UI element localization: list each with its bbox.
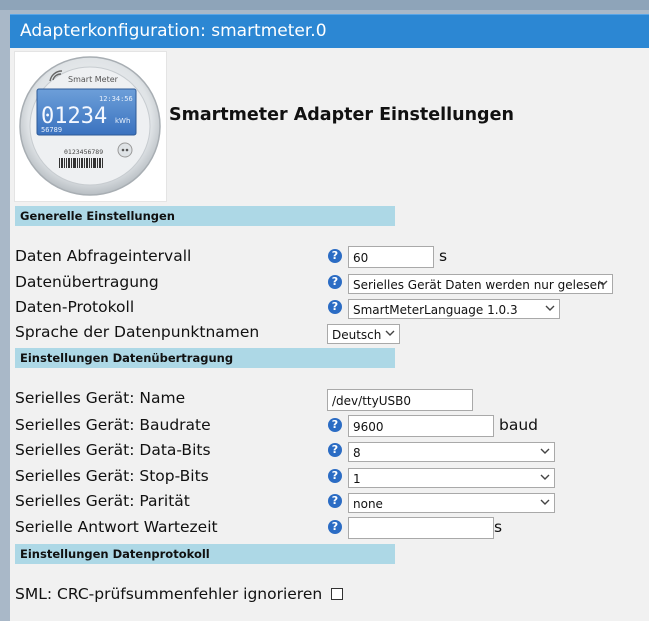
device-name-label: Serielles Gerät: Name [15,389,186,407]
databits-value: 8 [353,446,361,460]
crc-ignore-checkbox[interactable] [331,588,343,600]
svg-text:Smart Meter: Smart Meter [68,75,119,84]
transfer-label: Datenübertragung [15,273,159,291]
protocol-value: SmartMeterLanguage 1.0.3 [353,303,518,317]
baudrate-input[interactable]: 9600 [348,415,494,437]
chevron-down-icon [385,330,395,336]
language-value: Deutsch [332,328,382,342]
smartmeter-icon: Smart Meter 12:34:56 01234 kWh 56789 012… [19,56,161,196]
stopbits-help-icon[interactable]: ? [328,469,342,483]
transfer-help-icon[interactable]: ? [328,275,342,289]
stopbits-select[interactable]: 1 [348,468,555,488]
response-wait-label: Serielle Antwort Wartezeit [15,518,218,536]
page-title: Smartmeter Adapter Einstellungen [169,105,514,125]
device-name-input[interactable]: /dev/ttyUSB0 [327,389,473,411]
transfer-value: Serielles Gerät Daten werden nur gelesen [353,278,605,292]
protocol-select[interactable]: SmartMeterLanguage 1.0.3 [348,299,560,319]
response-wait-help-icon[interactable]: ? [328,520,342,534]
svg-text:56789: 56789 [41,126,62,134]
interval-unit: s [439,247,448,265]
section-protocol: Einstellungen Datenprotokoll [15,544,395,564]
language-select[interactable]: Deutsch [327,324,400,344]
response-wait-unit: s [494,518,503,536]
section-transmission: Einstellungen Datenübertragung [15,348,395,368]
response-wait-input[interactable] [348,517,494,539]
chevron-down-icon [598,280,608,286]
chevron-down-icon [540,448,550,454]
chevron-down-icon [540,474,550,480]
config-panel: Smart Meter 12:34:56 01234 kWh 56789 012… [10,48,649,621]
parity-help-icon[interactable]: ? [328,494,342,508]
section-general: Generelle Einstellungen [15,206,395,226]
svg-text:0123456789: 0123456789 [64,148,103,156]
protocol-help-icon[interactable]: ? [328,300,342,314]
databits-select[interactable]: 8 [348,442,555,462]
svg-text:kWh: kWh [115,117,130,125]
parity-select[interactable]: none [348,493,555,513]
transfer-select[interactable]: Serielles Gerät Daten werden nur gelesen [348,274,613,294]
top-strip [0,0,649,10]
chevron-down-icon [540,499,550,505]
baudrate-unit: baud [499,416,538,434]
svg-text:12:34:56: 12:34:56 [99,95,133,103]
dialog-title: Adapterkonfiguration: smartmeter.0 [10,14,649,48]
databits-label: Serielles Gerät: Data-Bits [15,441,211,459]
interval-label: Daten Abfrageintervall [15,247,192,265]
language-label: Sprache der Datenpunktnamen [15,323,260,341]
stopbits-value: 1 [353,472,361,486]
parity-label: Serielles Gerät: Parität [15,492,190,510]
baudrate-label: Serielles Gerät: Baudrate [15,416,211,434]
parity-value: none [353,497,383,511]
databits-help-icon[interactable]: ? [328,443,342,457]
protocol-label: Daten-Protokoll [15,298,135,316]
crc-ignore-label: SML: CRC-prüfsummenfehler ignorieren [15,585,323,603]
interval-help-icon[interactable]: ? [328,249,342,263]
chevron-down-icon [545,305,555,311]
smartmeter-logo: Smart Meter 12:34:56 01234 kWh 56789 012… [14,51,167,202]
interval-input[interactable]: 60 [348,246,434,268]
stopbits-label: Serielles Gerät: Stop-Bits [15,467,209,485]
baudrate-help-icon[interactable]: ? [328,418,342,432]
